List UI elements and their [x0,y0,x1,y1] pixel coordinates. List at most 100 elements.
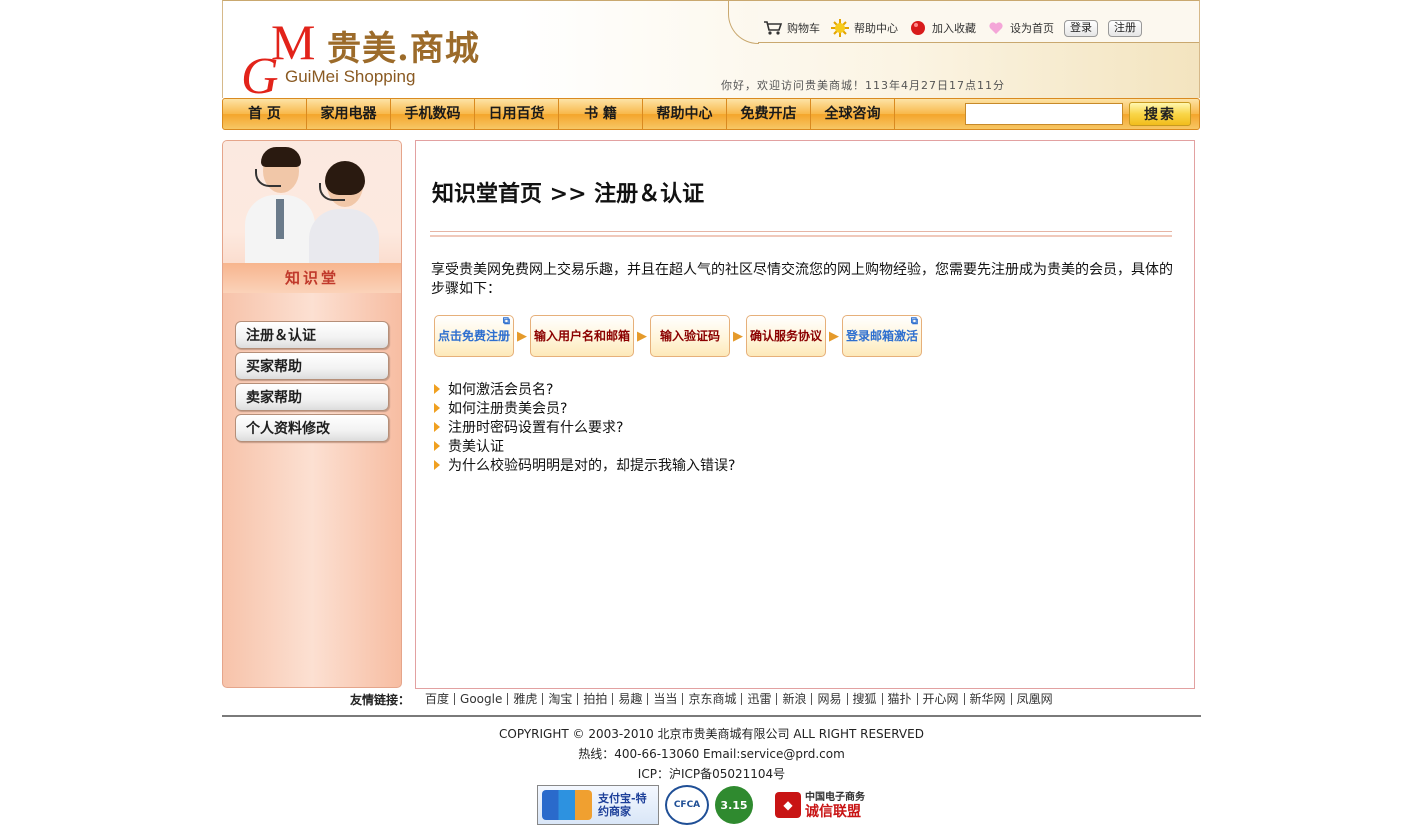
friend-link-netease[interactable]: 网易 [812,693,848,705]
nav-item-open-shop[interactable]: 免费开店 [727,99,811,129]
search-button[interactable]: 搜索 [1129,102,1191,126]
add-favorite-link[interactable]: 加入收藏 [908,19,976,37]
cart-link[interactable]: 购物车 [763,19,820,37]
sun-icon [830,19,850,37]
customer-service-banner: 知识堂 [223,141,401,293]
external-link-icon: ⧉ [502,316,510,327]
friend-link-dangdang[interactable]: 当当 [648,693,684,705]
alipay-badge-label: 支付宝-特约商家 [598,792,647,818]
faq-item-guimei-verify[interactable]: 贵美认证 [434,436,735,455]
nav-item-help[interactable]: 帮助中心 [643,99,727,129]
friend-link-kaixin[interactable]: 开心网 [918,693,965,705]
puzzle-icon [542,790,592,820]
friend-links: 友情链接： 百度 Google 雅虎 淘宝 拍拍 易趣 当当 京东商城 迅雷 新… [350,690,1058,708]
step-arrow-icon: ▶ [637,328,647,344]
faq-item-password-rules[interactable]: 注册时密码设置有什么要求? [434,417,735,436]
step-label: 点击免费注册 [437,329,510,343]
nav-item-books[interactable]: 书 籍 [559,99,643,129]
trust-badges: 支付宝-特约商家 CFCA 3.15 ◆ 中国电子商务 诚信联盟 [537,784,881,826]
friend-link-jd[interactable]: 京东商城 [683,693,743,705]
friend-link-paipai[interactable]: 拍拍 [578,693,614,705]
nav-item-appliances[interactable]: 家用电器 [307,99,391,129]
faq-item-label: 为什么校验码明明是对的，却提示我输入错误? [448,457,736,474]
step-arrow-icon: ▶ [829,328,839,344]
external-link-icon: ⧉ [910,316,918,327]
friend-link-yahoo[interactable]: 雅虎 [508,693,544,705]
search-input[interactable] [965,103,1123,125]
add-favorite-link-label: 加入收藏 [932,22,976,35]
faq-item-activate-member[interactable]: 如何激活会员名? [434,379,735,398]
step-free-register[interactable]: 点击免费注册 ⧉ [434,315,514,357]
consumer-315-badge[interactable]: 3.15 [715,786,753,824]
faq-item-label: 贵美认证 [448,438,504,455]
page-title: 知识堂首页 >> 注册＆认证 [432,181,705,207]
integrity-badge-line1: 中国电子商务 [805,792,865,803]
friend-links-label: 友情链接： [350,692,411,707]
friend-link-xinhua[interactable]: 新华网 [965,693,1012,705]
footer-divider [222,715,1201,717]
main-nav: 首 页 家用电器 手机数码 日用百货 书 籍 帮助中心 免费开店 全球咨询 搜索 [222,98,1200,130]
nav-item-global-consult[interactable]: 全球咨询 [811,99,895,129]
logo-english-name: GuiMei Shopping [285,67,416,86]
ecommerce-integrity-badge[interactable]: ◆ 中国电子商务 诚信联盟 [759,785,881,825]
sidebar-item-buyer-help[interactable]: 买家帮助 [235,352,389,380]
login-button[interactable]: 登录 [1064,19,1098,37]
faq-item-label: 如何注册贵美会员? [448,400,568,417]
service-man-image [245,147,315,271]
friend-link-ifeng[interactable]: 凤凰网 [1012,693,1058,705]
nav-item-daily-goods[interactable]: 日用百货 [475,99,559,129]
friend-link-baidu[interactable]: 百度 [420,693,456,705]
nav-item-home[interactable]: 首 页 [223,99,307,129]
nav-item-digital[interactable]: 手机数码 [391,99,475,129]
cfca-badge-label: CFCA [673,800,701,810]
consumer-315-label: 3.15 [720,798,748,812]
hotline-text: 热线：400-66-13060 Email:service@prd.com [578,747,845,761]
friend-link-eachnet[interactable]: 易趣 [613,693,649,705]
bullet-arrow-icon [434,459,440,470]
icp-text: ICP：沪ICP备05021104号 [637,767,786,781]
sidebar-menu: 注册＆认证 买家帮助 卖家帮助 个人资料修改 [235,321,389,445]
step-enter-captcha: 输入验证码 [650,315,730,357]
pink-heart-icon [986,19,1006,37]
step-label: 确认服务协议 [749,329,822,343]
sidebar-item-seller-help[interactable]: 卖家帮助 [235,383,389,411]
friend-link-taobao[interactable]: 淘宝 [543,693,579,705]
logo-chinese-name: 贵美.商城 [327,29,480,69]
title-divider [430,231,1172,237]
sidebar-item-profile-edit[interactable]: 个人资料修改 [235,414,389,442]
intro-text: 享受贵美网免费网上交易乐趣，并且在超人气的社区尽情交流您的网上购物经验，您需要先… [431,262,1173,297]
faq-list: 如何激活会员名? 如何注册贵美会员? 注册时密码设置有什么要求? 贵美认证 为什… [434,379,735,474]
faq-item-captcha-error[interactable]: 为什么校验码明明是对的，却提示我输入错误? [434,455,735,474]
step-arrow-icon: ▶ [733,328,743,344]
step-enter-username-email: 输入用户名和邮箱 [530,315,634,357]
help-center-link[interactable]: 帮助中心 [830,19,898,37]
alipay-merchant-badge[interactable]: 支付宝-特约商家 [537,785,659,825]
friend-link-sina[interactable]: 新浪 [777,693,813,705]
site-header: M G 贵美.商城 GuiMei Shopping 购物车 帮助中心 加入收藏 [222,0,1200,103]
friend-link-xunlei[interactable]: 迅雷 [742,693,778,705]
sidebar: 知识堂 注册＆认证 买家帮助 卖家帮助 个人资料修改 [222,140,402,688]
faq-item-label: 注册时密码设置有什么要求? [448,419,624,436]
set-homepage-link[interactable]: 设为首页 [986,19,1054,37]
main-content: 知识堂首页 >> 注册＆认证 享受贵美网免费网上交易乐趣，并且在超人气的社区尽情… [415,140,1195,689]
register-button[interactable]: 注册 [1108,19,1142,37]
step-label: 输入用户名和邮箱 [533,329,630,343]
bullet-arrow-icon [434,383,440,394]
friend-link-mop[interactable]: 猫扑 [883,693,918,705]
site-logo[interactable]: M G 贵美.商城 GuiMei Shopping [241,17,531,103]
friend-link-sohu[interactable]: 搜狐 [848,693,883,705]
step-label: 输入验证码 [659,329,720,343]
sidebar-banner-title: 知识堂 [223,263,401,293]
step-label: 登录邮箱激活 [845,329,918,343]
step-activate-email[interactable]: 登录邮箱激活 ⧉ [842,315,922,357]
faq-item-how-register[interactable]: 如何注册贵美会员? [434,398,735,417]
integrity-seal-icon: ◆ [775,792,801,818]
logo-letter-g: G [241,48,279,105]
top-links: 购物车 帮助中心 加入收藏 设为首页 登录 注册 [763,17,1142,39]
red-ball-icon [908,19,928,37]
cfca-badge[interactable]: CFCA [665,785,709,825]
integrity-badge-line2: 诚信联盟 [805,804,861,820]
sidebar-item-register-verify[interactable]: 注册＆认证 [235,321,389,349]
set-homepage-link-label: 设为首页 [1010,22,1054,35]
friend-link-google[interactable]: Google [455,693,509,705]
